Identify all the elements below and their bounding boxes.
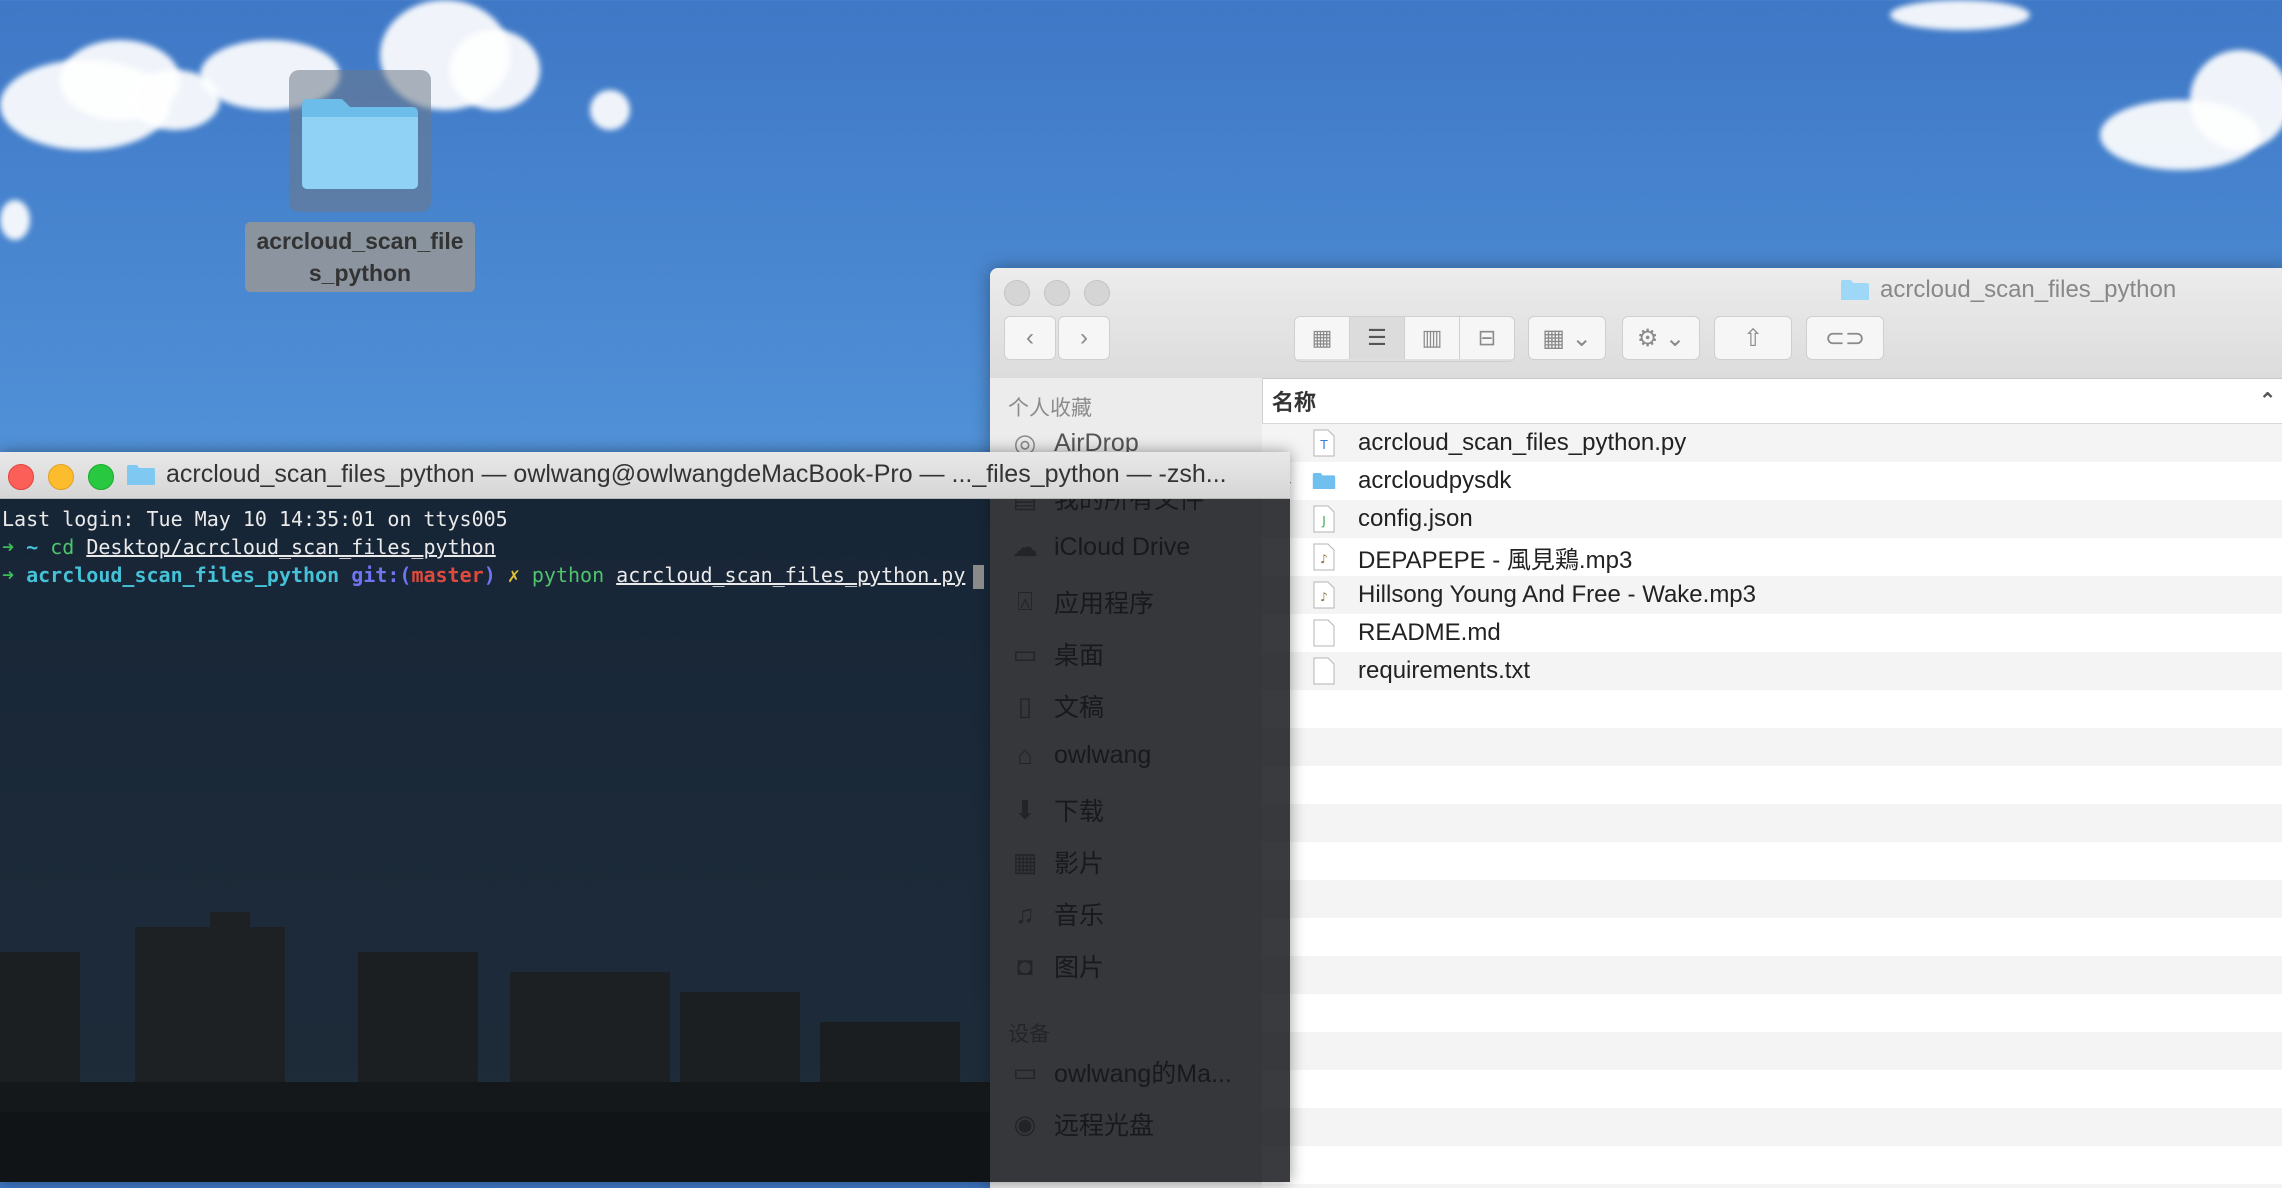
prompt-line-2: ➜ acrcloud_scan_files_python git:(master… bbox=[2, 561, 1288, 589]
file-name: acrcloud_scan_files_python.py bbox=[1358, 429, 1687, 456]
file-name: DEPAPEPE - 風見鶏.mp3 bbox=[1358, 546, 1633, 574]
file-name: Hillsong Young And Free - Wake.mp3 bbox=[1358, 581, 1757, 608]
terminal-window: acrcloud_scan_files_python — owlwang@owl… bbox=[0, 452, 1290, 1182]
minimize-button[interactable] bbox=[1044, 280, 1070, 306]
terminal-title: acrcloud_scan_files_python — owlwang@owl… bbox=[126, 460, 1227, 489]
svg-text:♪: ♪ bbox=[1320, 590, 1328, 604]
icon-view-button[interactable]: ▦ bbox=[1295, 317, 1350, 359]
prompt-command: python bbox=[531, 563, 605, 587]
git-branch: master bbox=[411, 563, 484, 587]
prompt-arrow-icon: ➜ bbox=[2, 535, 15, 559]
terminal-title-text: acrcloud_scan_files_python — owlwang@owl… bbox=[166, 460, 1227, 488]
column-view-button[interactable]: ▥ bbox=[1405, 317, 1460, 359]
prompt-argument: Desktop/acrcloud_scan_files_python bbox=[86, 535, 496, 559]
file-row[interactable]: README.md bbox=[1262, 614, 2282, 652]
back-button[interactable]: ‹ bbox=[1004, 316, 1056, 360]
text-file-icon bbox=[1312, 656, 1336, 686]
desktop-folder-label: acrcloud_scan_files_python bbox=[245, 222, 475, 292]
file-row[interactable]: requirements.txt bbox=[1262, 652, 2282, 690]
tag-icon: ⊂⊃ bbox=[1824, 324, 1866, 352]
finder-title-text: acrcloud_scan_files_python bbox=[1880, 276, 2177, 303]
json-file-icon: J bbox=[1312, 504, 1336, 534]
prompt-arrow-icon: ➜ bbox=[2, 563, 15, 587]
close-button[interactable] bbox=[8, 464, 34, 490]
list-view-icon: ☰ bbox=[1367, 325, 1387, 350]
favorites-header: 个人收藏 bbox=[1008, 397, 1092, 420]
folder-icon bbox=[127, 464, 155, 485]
folder-icon bbox=[1312, 466, 1336, 496]
file-name: requirements.txt bbox=[1358, 657, 1531, 684]
column-view-icon: ▥ bbox=[1421, 325, 1443, 350]
arrange-button[interactable]: ▦ ⌄ bbox=[1528, 316, 1606, 360]
prompt-dir: acrcloud_scan_files_python bbox=[26, 563, 340, 587]
name-column-label: 名称 bbox=[1272, 389, 1317, 415]
prompt-line-1: ➜ ~ cd Desktop/acrcloud_scan_files_pytho… bbox=[2, 533, 1288, 561]
file-name: config.json bbox=[1358, 505, 1473, 532]
file-row[interactable]: Jconfig.json bbox=[1262, 500, 2282, 538]
zoom-button[interactable] bbox=[88, 464, 114, 490]
file-name: README.md bbox=[1358, 619, 1501, 646]
svg-text:♪: ♪ bbox=[1320, 552, 1328, 566]
git-label: git:( bbox=[351, 563, 412, 587]
git-label-close: ) bbox=[483, 563, 496, 587]
folder-icon bbox=[1841, 280, 1869, 300]
view-switcher: ▦ ☰ ▥ ⊟ bbox=[1294, 316, 1515, 362]
tags-button[interactable]: ⊂⊃ bbox=[1806, 316, 1884, 360]
close-button[interactable] bbox=[1004, 280, 1030, 306]
file-name: acrcloudpysdk bbox=[1358, 467, 1512, 494]
forward-button[interactable]: › bbox=[1058, 316, 1110, 360]
mp3-file-icon: ♪ bbox=[1312, 580, 1336, 610]
finder-title: acrcloud_scan_files_python bbox=[1840, 276, 2176, 304]
file-row[interactable]: ♪ DEPAPEPE - 風見鶏.mp3 bbox=[1262, 538, 2282, 576]
finder-titlebar: acrcloud_scan_files_python ‹ › ▦ ☰ ▥ ⊟ ▦… bbox=[990, 268, 2282, 379]
file-row[interactable]: Tacrcloud_scan_files_python.py bbox=[1262, 424, 2282, 462]
dirty-marker-icon: ✗ bbox=[507, 563, 520, 587]
forward-icon: › bbox=[1080, 324, 1088, 351]
share-button[interactable]: ⇧ bbox=[1714, 316, 1792, 360]
icon-view-icon: ▦ bbox=[1311, 325, 1333, 350]
back-icon: ‹ bbox=[1026, 324, 1034, 351]
desktop-folder[interactable]: acrcloud_scan_files_python bbox=[240, 70, 480, 292]
file-list: 名称 ⌃ Tacrcloud_scan_files_python.py▶acrc… bbox=[1262, 378, 2282, 1188]
prompt-dir: ~ bbox=[26, 535, 39, 559]
share-icon: ⇧ bbox=[1742, 324, 1764, 352]
action-button[interactable]: ⚙ ⌄ bbox=[1622, 316, 1700, 360]
name-column-header[interactable]: 名称 ⌃ bbox=[1262, 378, 2282, 424]
prompt-argument: acrcloud_scan_files_python.py bbox=[616, 563, 966, 587]
terminal-output[interactable]: Last login: Tue May 10 14:35:01 on ttys0… bbox=[0, 499, 1290, 595]
gear-icon: ⚙ ⌄ bbox=[1636, 324, 1686, 352]
login-line: Last login: Tue May 10 14:35:01 on ttys0… bbox=[2, 507, 508, 531]
zoom-button[interactable] bbox=[1084, 280, 1110, 306]
arrange-icon: ▦ ⌄ bbox=[1542, 324, 1592, 352]
file-row[interactable]: ♪ Hillsong Young And Free - Wake.mp3 bbox=[1262, 576, 2282, 614]
prompt-command: cd bbox=[50, 535, 75, 559]
folder-icon bbox=[289, 70, 431, 212]
wallpaper-skyline bbox=[0, 912, 990, 1182]
minimize-button[interactable] bbox=[48, 464, 74, 490]
terminal-titlebar: acrcloud_scan_files_python — owlwang@owl… bbox=[0, 452, 1290, 499]
svg-text:J: J bbox=[1321, 514, 1326, 528]
svg-text:T: T bbox=[1319, 438, 1328, 452]
file-row[interactable]: ▶acrcloudpysdk bbox=[1262, 462, 2282, 500]
mp3-file-icon: ♪ bbox=[1312, 542, 1336, 572]
file-rows: Tacrcloud_scan_files_python.py▶acrcloudp… bbox=[1262, 424, 2282, 1188]
python-file-icon: T bbox=[1312, 428, 1336, 458]
text-cursor bbox=[973, 564, 985, 589]
coverflow-view-button[interactable]: ⊟ bbox=[1460, 317, 1514, 359]
coverflow-view-icon: ⊟ bbox=[1477, 325, 1497, 350]
sort-chevron-icon: ⌃ bbox=[2259, 390, 2276, 412]
text-file-icon bbox=[1312, 618, 1336, 648]
list-view-button[interactable]: ☰ bbox=[1350, 317, 1405, 359]
